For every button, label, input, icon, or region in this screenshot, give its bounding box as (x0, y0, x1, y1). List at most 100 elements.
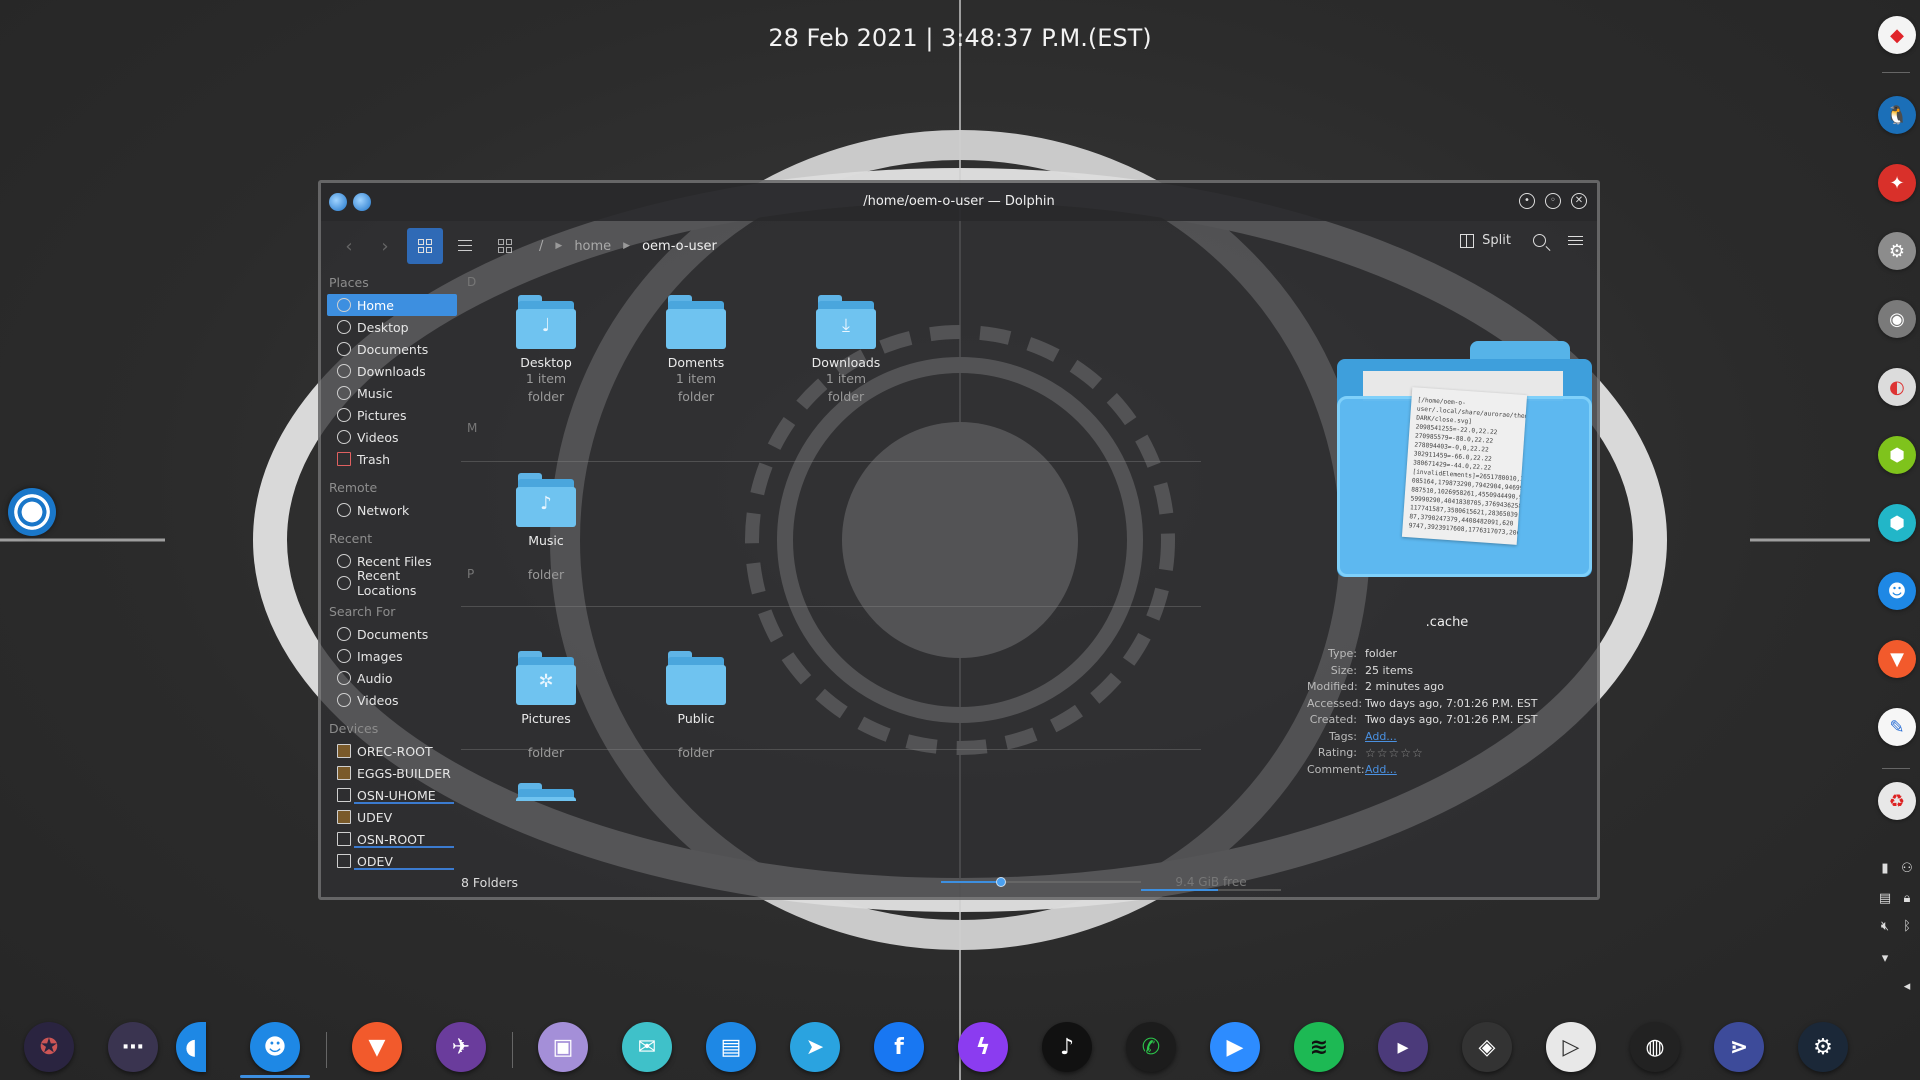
hamburger-menu-icon[interactable] (1568, 236, 1583, 245)
place-music[interactable]: Music (327, 382, 457, 404)
finder-icon[interactable]: ☻ (250, 1022, 300, 1072)
file-downloads[interactable]: ⤓ Downloads 1 item folder (791, 293, 901, 406)
bluetooth-icon[interactable]: ᛒ (1898, 918, 1916, 936)
clipboard-icon[interactable]: ▤ (1876, 890, 1894, 908)
finder-icon[interactable]: ☻ (1878, 572, 1916, 610)
video-icon (337, 693, 351, 707)
rating-stars[interactable]: ☆☆☆☆☆ (1365, 746, 1424, 763)
dolphin-app-icon[interactable] (329, 193, 347, 211)
browser-icon[interactable]: ◐ (1878, 368, 1916, 406)
telegram-icon[interactable]: ➤ (790, 1022, 840, 1072)
file-partial[interactable] (491, 781, 601, 801)
layers-app-icon[interactable]: ◈ (1462, 1022, 1512, 1072)
zoom-slider[interactable] (941, 877, 1141, 887)
messages-icon[interactable]: ▤ (706, 1022, 756, 1072)
place-home[interactable]: Home (327, 294, 457, 316)
maximize-button[interactable]: ◦ (1545, 193, 1561, 209)
drive-icon (337, 744, 351, 758)
place-videos[interactable]: Videos (327, 426, 457, 448)
pin-window-icon[interactable] (353, 193, 371, 211)
add-tags-link[interactable]: Add... (1365, 730, 1397, 747)
tiktok-icon[interactable]: ♪ (1042, 1022, 1092, 1072)
split-button[interactable]: Split (1460, 233, 1511, 248)
icons-view-button[interactable] (407, 228, 443, 264)
zoom-slider-handle[interactable] (996, 877, 1006, 887)
box-cube-icon[interactable]: ⬢ (1878, 504, 1916, 542)
package-cube-icon[interactable]: ⬢ (1878, 436, 1916, 474)
place-desktop[interactable]: Desktop (327, 316, 457, 338)
breadcrumb-home[interactable]: home (574, 239, 611, 254)
file-doments[interactable]: Doments 1 item folder (641, 293, 751, 406)
app-grid-icon[interactable]: ⋯ (108, 1022, 158, 1072)
lock-icon[interactable]: 🔒︎ (1898, 890, 1916, 908)
search-videos[interactable]: Videos (327, 689, 457, 711)
breadcrumb-current[interactable]: oem-o-user (642, 239, 717, 254)
device-osn-uhome[interactable]: OSN-UHOME (327, 784, 457, 806)
device-odev[interactable]: ODEV (327, 850, 457, 872)
volume-muted-icon[interactable]: 🔇︎ (1876, 918, 1894, 936)
messenger-icon[interactable]: ϟ (958, 1022, 1008, 1072)
search-audio[interactable]: Audio (327, 667, 457, 689)
zoom-video-icon[interactable]: ▶ (1210, 1022, 1260, 1072)
add-comment-link[interactable]: Add... (1365, 763, 1397, 780)
details-view-button[interactable] (487, 228, 523, 264)
image-icon (337, 649, 351, 663)
home-icon (337, 298, 351, 312)
facebook-icon[interactable]: f (874, 1022, 924, 1072)
device-eggs-builder[interactable]: EGGS-BUILDER (327, 762, 457, 784)
linux-penguin-icon[interactable]: 🐧 (1878, 96, 1916, 134)
back-button[interactable]: ‹ (331, 236, 367, 257)
kdenlive-icon[interactable]: ⋗ (1714, 1022, 1764, 1072)
brave-browser-icon[interactable]: ▼ (352, 1022, 402, 1072)
disk-utility-icon[interactable]: ◉ (1878, 300, 1916, 338)
spotify-icon[interactable]: ≋ (1294, 1022, 1344, 1072)
place-pictures[interactable]: Pictures (327, 404, 457, 426)
minimize-button[interactable]: • (1519, 193, 1535, 209)
steam-icon[interactable]: ⚙ (1798, 1022, 1848, 1072)
user-switch-icon[interactable]: ⚇ (1898, 860, 1916, 878)
file-view[interactable]: D M P ♩ Desktop 1 item folder Doments 1 … (461, 271, 1201, 867)
window-titlebar[interactable]: /home/oem-o-user — Dolphin • ◦ ✕ (321, 183, 1597, 221)
device-osn-root[interactable]: OSN-ROOT (327, 828, 457, 850)
device-udev[interactable]: UDEV (327, 806, 457, 828)
mail-icon[interactable]: ✉ (622, 1022, 672, 1072)
breadcrumb-root[interactable]: / (539, 239, 543, 254)
eagle-app-icon[interactable]: ✈ (436, 1022, 486, 1072)
play-button-icon[interactable]: ▷ (1546, 1022, 1596, 1072)
free-space-indicator: 9.4 GiB free (1141, 867, 1281, 897)
file-public[interactable]: Public folder (641, 649, 751, 762)
device-orec-root[interactable]: OREC-ROOT (327, 740, 457, 762)
text-editor-icon[interactable]: ✎ (1878, 708, 1916, 746)
launcher-star-icon[interactable]: ✪ (24, 1022, 74, 1072)
wifi-icon[interactable]: ▾ (1876, 950, 1894, 968)
archive-manager-icon[interactable]: ▣ (538, 1022, 588, 1072)
obs-studio-icon[interactable]: ◍ (1630, 1022, 1680, 1072)
place-recent-locations[interactable]: Recent Locations (327, 568, 457, 598)
close-button[interactable]: ✕ (1571, 193, 1587, 209)
tray-panel-icon[interactable]: ▮ (1876, 860, 1894, 878)
forward-button[interactable]: › (367, 236, 403, 257)
whatsapp-icon[interactable]: ✆ (1126, 1022, 1176, 1072)
app-launcher-red-icon[interactable]: ✦ (1878, 164, 1916, 202)
brave-browser-icon[interactable]: ▼ (1878, 640, 1916, 678)
trash-bin-icon[interactable]: ♻ (1878, 782, 1916, 820)
bottom-dock: ✪ ⋯ ◖ ☻ ▼ ✈ ▣ ✉ ▤ ➤ f ϟ ♪ ✆ ▶ ≋ ▸ ◈ ▷ ◍ … (0, 1012, 1880, 1080)
finder-half-icon[interactable]: ◖ (176, 1022, 206, 1072)
compact-view-button[interactable] (447, 228, 483, 264)
search-documents[interactable]: Documents (327, 623, 457, 645)
place-trash[interactable]: Trash (327, 448, 457, 470)
search-icon[interactable] (1533, 234, 1546, 247)
search-images[interactable]: Images (327, 645, 457, 667)
settings-gear-icon[interactable]: ⚙ (1878, 232, 1916, 270)
file-pictures[interactable]: ✲ Pictures folder (491, 649, 601, 762)
launcher-widget-icon[interactable] (8, 488, 56, 536)
group-header-m: M (467, 421, 478, 435)
place-network[interactable]: Network (327, 499, 457, 521)
file-music[interactable]: ♪ Music folder (491, 471, 601, 584)
place-downloads[interactable]: Downloads (327, 360, 457, 382)
place-documents[interactable]: Documents (327, 338, 457, 360)
file-desktop[interactable]: ♩ Desktop 1 item folder (491, 293, 601, 406)
media-player-icon[interactable]: ▸ (1378, 1022, 1428, 1072)
record-app-icon[interactable]: ◆ (1878, 16, 1916, 54)
expand-tray-icon[interactable]: ◂ (1898, 978, 1916, 996)
